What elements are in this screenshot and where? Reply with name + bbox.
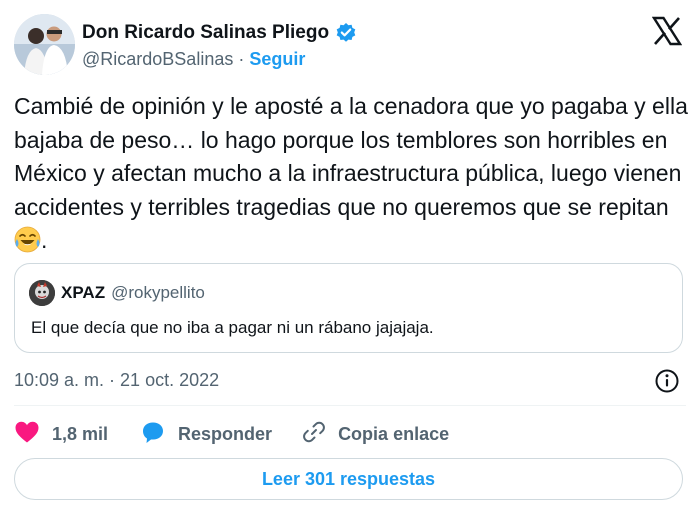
reply-button[interactable]: Responder (140, 420, 272, 449)
quote-text: El que decía que no iba a pagar ni un rá… (31, 318, 434, 337)
divider (14, 405, 686, 406)
tweet-header: Don Ricardo Salinas Pliego @RicardoBSali… (14, 14, 686, 76)
reply-label: Responder (178, 423, 273, 444)
quote-author-name[interactable]: XPAZ (61, 283, 105, 303)
like-count: 1,8 mil (52, 423, 109, 444)
like-button[interactable]: 1,8 mil (14, 420, 108, 449)
tweet-body: Cambié de opinión y le aposté a la cenad… (14, 93, 688, 220)
copy-link-button[interactable]: Copia enlace (302, 420, 449, 449)
verified-badge-icon (335, 22, 357, 44)
follow-button[interactable]: Seguir (249, 49, 305, 70)
separator-dot: · (238, 49, 245, 69)
quote-avatar[interactable] (29, 280, 55, 306)
tweet-body-end: . (41, 227, 48, 253)
action-bar: 1,8 mil Responder Copia enlace (14, 418, 449, 450)
x-logo-icon[interactable] (651, 16, 683, 46)
tweet-text: Cambié de opinión y le aposté a la cenad… (14, 90, 690, 258)
heart-icon (14, 420, 40, 449)
info-icon[interactable] (654, 368, 680, 394)
copy-link-label: Copia enlace (338, 423, 450, 444)
reply-bubble-icon (140, 420, 166, 449)
display-name[interactable]: Don Ricardo Salinas Pliego (82, 22, 329, 44)
read-replies-button[interactable]: Leer 301 respuestas (14, 458, 683, 500)
quoted-tweet[interactable]: XPAZ @rokypellito El que decía que no ib… (14, 263, 683, 353)
quote-author-handle[interactable]: @rokypellito (111, 283, 205, 303)
avatar[interactable] (14, 14, 75, 75)
author-handle[interactable]: @RicardoBSalinas (82, 49, 233, 70)
face-with-tears-of-joy-icon (14, 226, 41, 253)
link-icon (302, 420, 326, 449)
tweet-timestamp[interactable]: 10:09 a. m. · 21 oct. 2022 (14, 370, 219, 391)
